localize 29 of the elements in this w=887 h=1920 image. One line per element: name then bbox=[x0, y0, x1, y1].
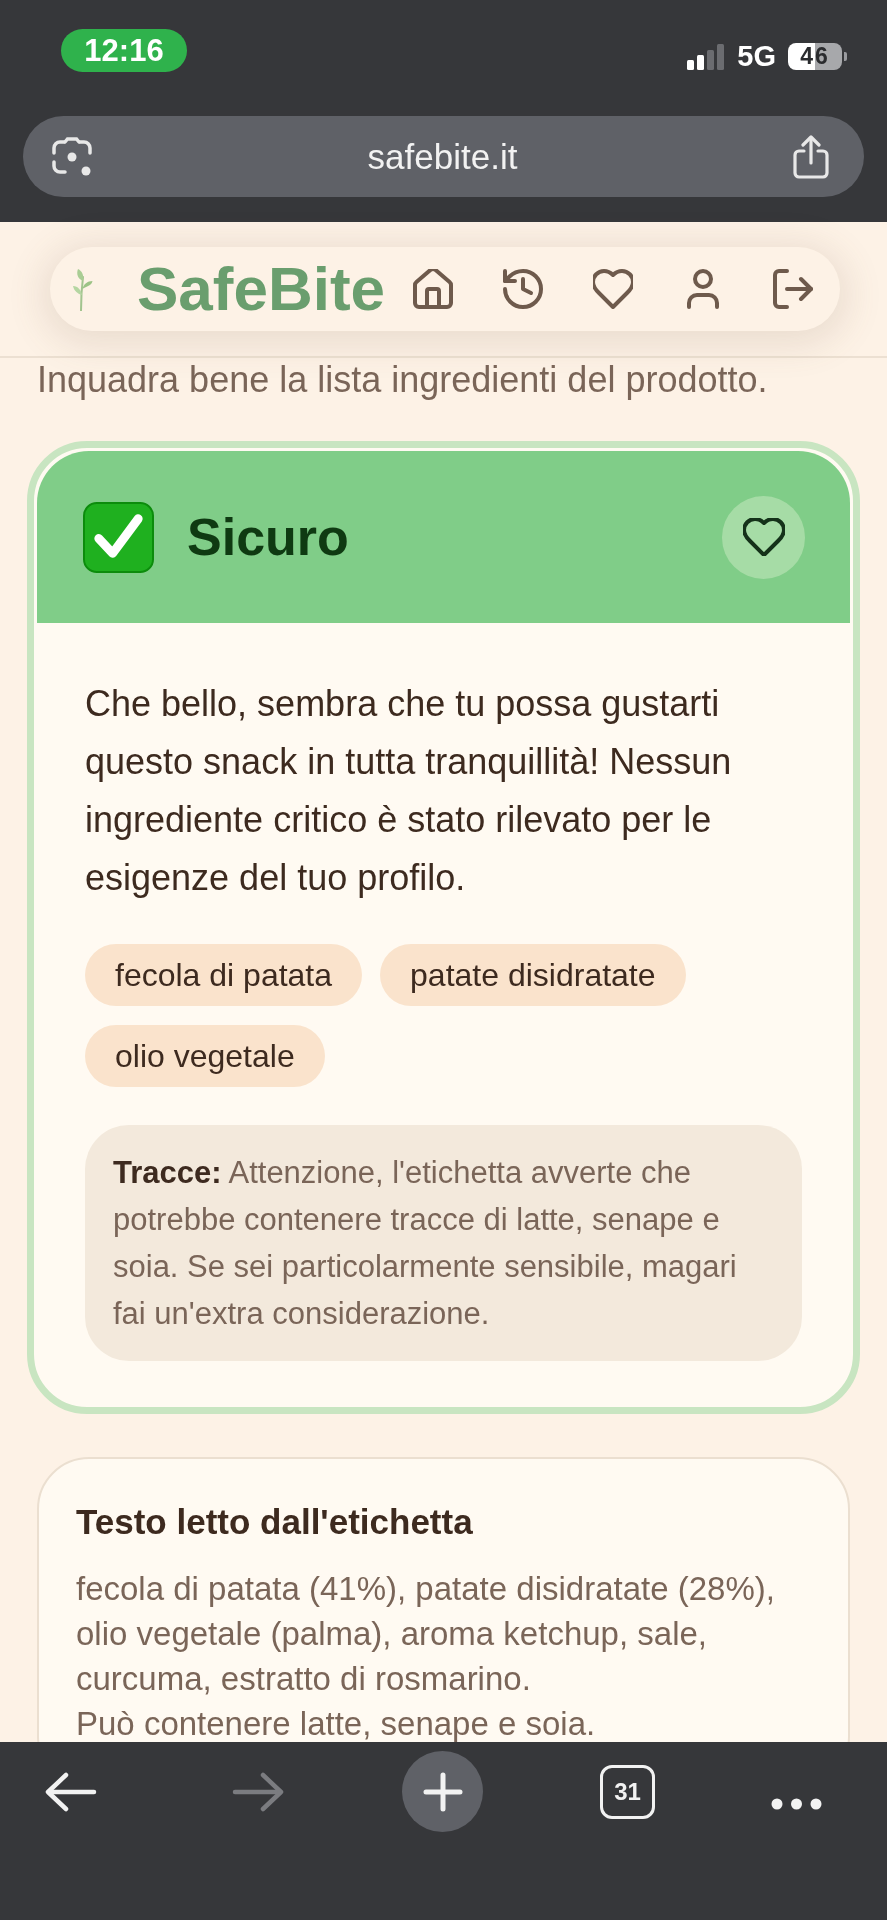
camera-icon[interactable] bbox=[51, 136, 93, 177]
clock-time: 12:16 bbox=[61, 29, 187, 72]
label-text: fecola di patata (41%), patate disidratate (28%), olio vegetale (palma), aroma ketchup, sale, curcuma, estratto di rosmarino. bbox=[76, 1569, 776, 1699]
result-message: Che bello, sembra che tu possa gustarti questo snack in tutta tranquillità! Nessun ingrediente critico è stato rilevato per le esigenze del tuo profilo. bbox=[85, 682, 733, 900]
heart-icon[interactable] bbox=[593, 269, 634, 309]
more-icon[interactable] bbox=[771, 1798, 822, 1810]
tab-count-button[interactable]: 31 bbox=[600, 1765, 655, 1819]
traces-note: Tracce: Attenzione, l'etichetta avverte che potrebbe contenere tracce di latte, senape e soia. Se sei particolarmente sensibile, magari fai un'extra considerazione. bbox=[85, 1125, 802, 1361]
ingredient-tag: olio vegetale bbox=[85, 1025, 325, 1087]
ingredient-tag: patate disidratate bbox=[380, 944, 686, 1006]
signal-icon bbox=[687, 43, 726, 70]
logout-icon[interactable] bbox=[773, 269, 814, 309]
instruction-text: Inquadra bene la lista ingredienti del prodotto. bbox=[36, 358, 769, 402]
plus-icon bbox=[422, 1771, 463, 1812]
ingredient-tag: fecola di patata bbox=[85, 944, 363, 1006]
result-title: Sicuro bbox=[187, 511, 349, 563]
heart-icon bbox=[742, 518, 785, 556]
network-type: 5G bbox=[737, 42, 776, 71]
brand-name[interactable]: SafeBite bbox=[137, 258, 386, 320]
sprout-icon bbox=[71, 267, 93, 311]
section-title: Testo letto dall'etichetta bbox=[76, 1502, 474, 1542]
history-icon[interactable] bbox=[503, 269, 544, 309]
share-icon[interactable] bbox=[792, 134, 830, 179]
check-mark-icon bbox=[83, 501, 154, 573]
url-text: safebite.it bbox=[367, 139, 518, 174]
label-text: Può contenere latte, senape e soia. bbox=[76, 1704, 597, 1742]
address-bar[interactable]: safebite.it bbox=[23, 116, 864, 197]
battery-indicator: 46 bbox=[788, 43, 847, 70]
home-icon[interactable] bbox=[413, 269, 454, 309]
